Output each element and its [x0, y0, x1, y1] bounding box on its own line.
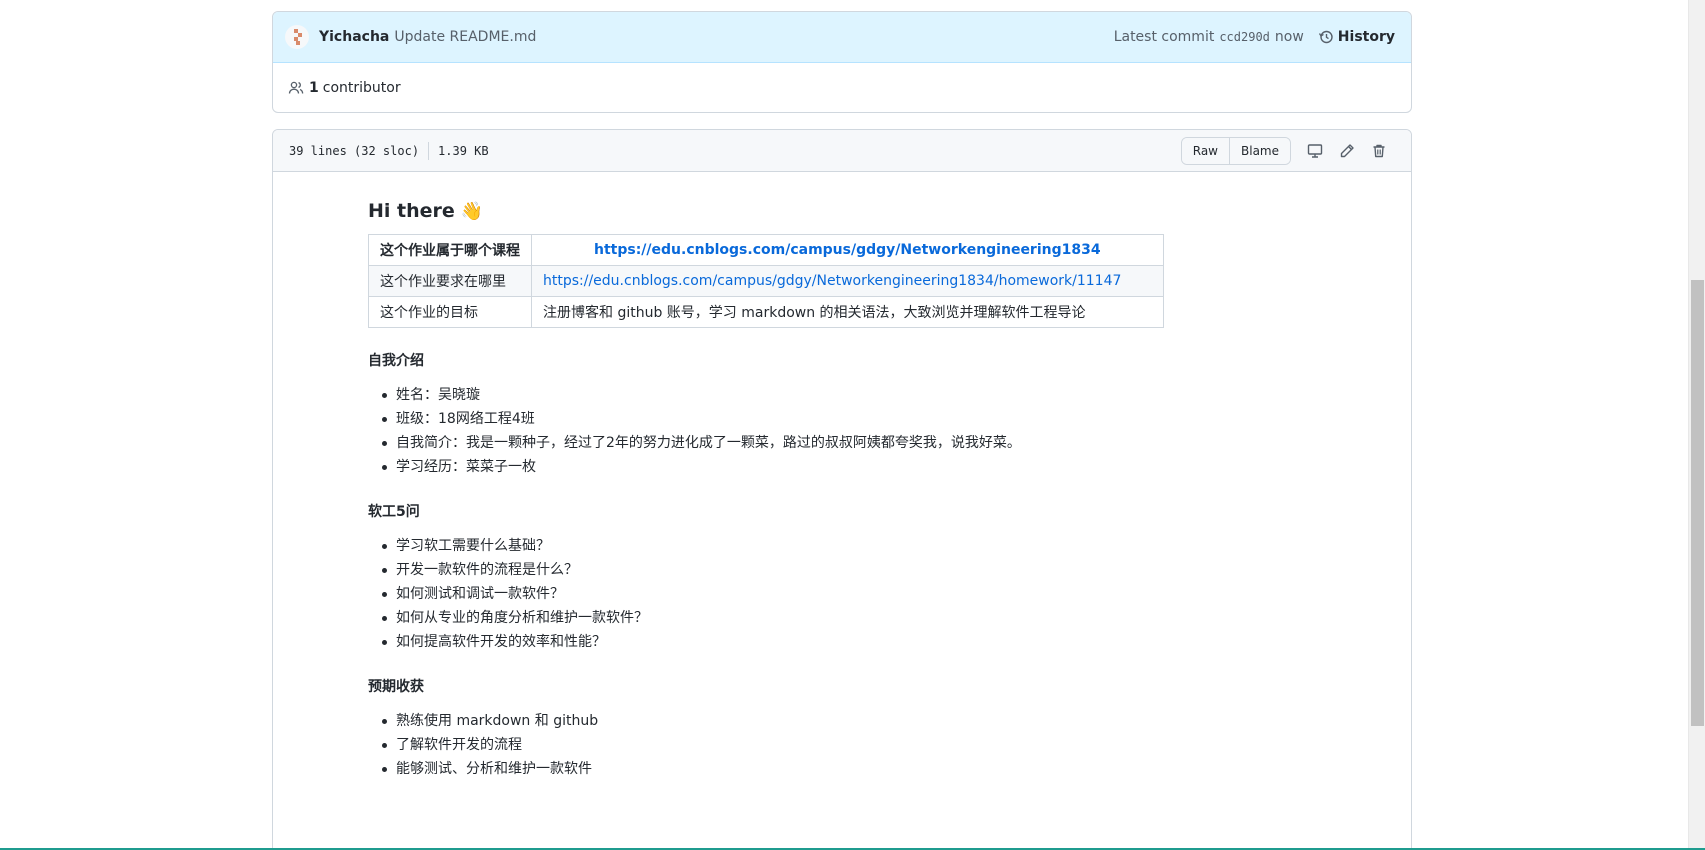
commit-time: now [1274, 29, 1304, 45]
file-lines: 39 lines (32 sloc) [289, 143, 420, 158]
file-size: 1.39 KB [438, 143, 489, 158]
page-container: Yichacha Update README.md Latest commit … [272, 11, 1412, 850]
commit-sha[interactable]: ccd290d [1219, 30, 1270, 44]
divider [428, 141, 430, 160]
raw-button[interactable]: Raw [1181, 137, 1229, 164]
list-item: 学习软工需要什么基础？ [382, 534, 1313, 558]
list-item: 班级：18网络工程4班 [382, 407, 1313, 431]
list-item: 姓名：吴晓璇 [382, 383, 1313, 407]
list-item: 自我简介：我是一颗种子，经过了2年的努力进化成了一颗菜，路过的叔叔阿姨都夸奖我，… [382, 431, 1313, 455]
commit-message[interactable]: Update README.md [394, 29, 536, 45]
blame-button[interactable]: Blame [1229, 137, 1290, 164]
people-icon [288, 81, 304, 94]
file-viewer: 39 lines (32 sloc) 1.39 KB Raw Blame Hi … [272, 129, 1412, 850]
history-label: History [1337, 29, 1395, 45]
commit-meta: Latest commit ccd290d now History [1114, 29, 1395, 45]
avatar[interactable] [285, 25, 309, 49]
table-cell-link[interactable]: https://edu.cnblogs.com/campus/gdgy/Netw… [531, 234, 1164, 266]
commit-author[interactable]: Yichacha [319, 29, 389, 45]
scrollbar-thumb[interactable] [1691, 280, 1704, 726]
commit-box: Yichacha Update README.md Latest commit … [272, 11, 1412, 113]
readme-content: Hi there 👋 这个作业属于哪个课程 https://edu.cnblog… [273, 172, 1313, 781]
table-cell-value: 注册博客和 github 账号，学习 markdown 的相关语法，大致浏览并理… [531, 296, 1164, 328]
contributor-count[interactable]: 1 [309, 80, 319, 96]
homework-table: 这个作业属于哪个课程 https://edu.cnblogs.com/campu… [368, 234, 1164, 328]
section-title-expected: 预期收获 [368, 679, 424, 695]
history-icon [1318, 30, 1333, 44]
heading-text: Hi there [368, 200, 455, 222]
latest-commit-bar: Yichacha Update README.md Latest commit … [273, 12, 1411, 63]
contributor-label[interactable]: contributor [323, 80, 401, 96]
table-cell-label: 这个作业的目标 [368, 296, 532, 328]
intro-list: 姓名：吴晓璇 班级：18网络工程4班 自我简介：我是一颗种子，经过了2年的努力进… [368, 383, 1313, 479]
readme-heading: Hi there 👋 [368, 200, 1313, 222]
list-item: 如何从专业的角度分析和维护一款软件？ [382, 606, 1313, 630]
contributors-bar: 1 contributor [273, 63, 1411, 112]
questions-list: 学习软工需要什么基础？ 开发一款软件的流程是什么？ 如何测试和调试一款软件？ 如… [368, 534, 1313, 654]
table-cell-label: 这个作业要求在哪里 [368, 265, 532, 297]
file-info: 39 lines (32 sloc) 1.39 KB [289, 141, 489, 160]
file-header: 39 lines (32 sloc) 1.39 KB Raw Blame [273, 130, 1411, 172]
expected-list: 熟练使用 markdown 和 github 了解软件开发的流程 能够测试、分析… [368, 709, 1313, 781]
raw-blame-group: Raw Blame [1180, 136, 1291, 165]
section-title-intro: 自我介绍 [368, 353, 424, 369]
latest-commit-label: Latest commit [1113, 29, 1215, 45]
table-row: 这个作业要求在哪里 https://edu.cnblogs.com/campus… [368, 265, 1164, 297]
table-row: 这个作业属于哪个课程 https://edu.cnblogs.com/campu… [368, 234, 1164, 266]
history-button[interactable]: History [1318, 29, 1395, 45]
trash-icon[interactable] [1363, 137, 1395, 165]
desktop-icon[interactable] [1299, 137, 1331, 165]
section-title-questions: 软工5问 [368, 504, 420, 520]
list-item: 了解软件开发的流程 [382, 733, 1313, 757]
wave-emoji-icon: 👋 [460, 200, 484, 222]
page-scrollbar[interactable] [1688, 0, 1705, 850]
table-row: 这个作业的目标 注册博客和 github 账号，学习 markdown 的相关语… [368, 296, 1164, 328]
file-actions: Raw Blame [1180, 136, 1395, 165]
list-item: 熟练使用 markdown 和 github [382, 709, 1313, 733]
pencil-icon[interactable] [1331, 137, 1363, 165]
list-item: 能够测试、分析和维护一款软件 [382, 757, 1313, 781]
list-item: 学习经历：菜菜子一枚 [382, 455, 1313, 479]
table-cell-link[interactable]: https://edu.cnblogs.com/campus/gdgy/Netw… [531, 265, 1164, 297]
list-item: 开发一款软件的流程是什么？ [382, 558, 1313, 582]
list-item: 如何提高软件开发的效率和性能？ [382, 630, 1313, 654]
table-cell-label: 这个作业属于哪个课程 [368, 234, 532, 266]
list-item: 如何测试和调试一款软件？ [382, 582, 1313, 606]
